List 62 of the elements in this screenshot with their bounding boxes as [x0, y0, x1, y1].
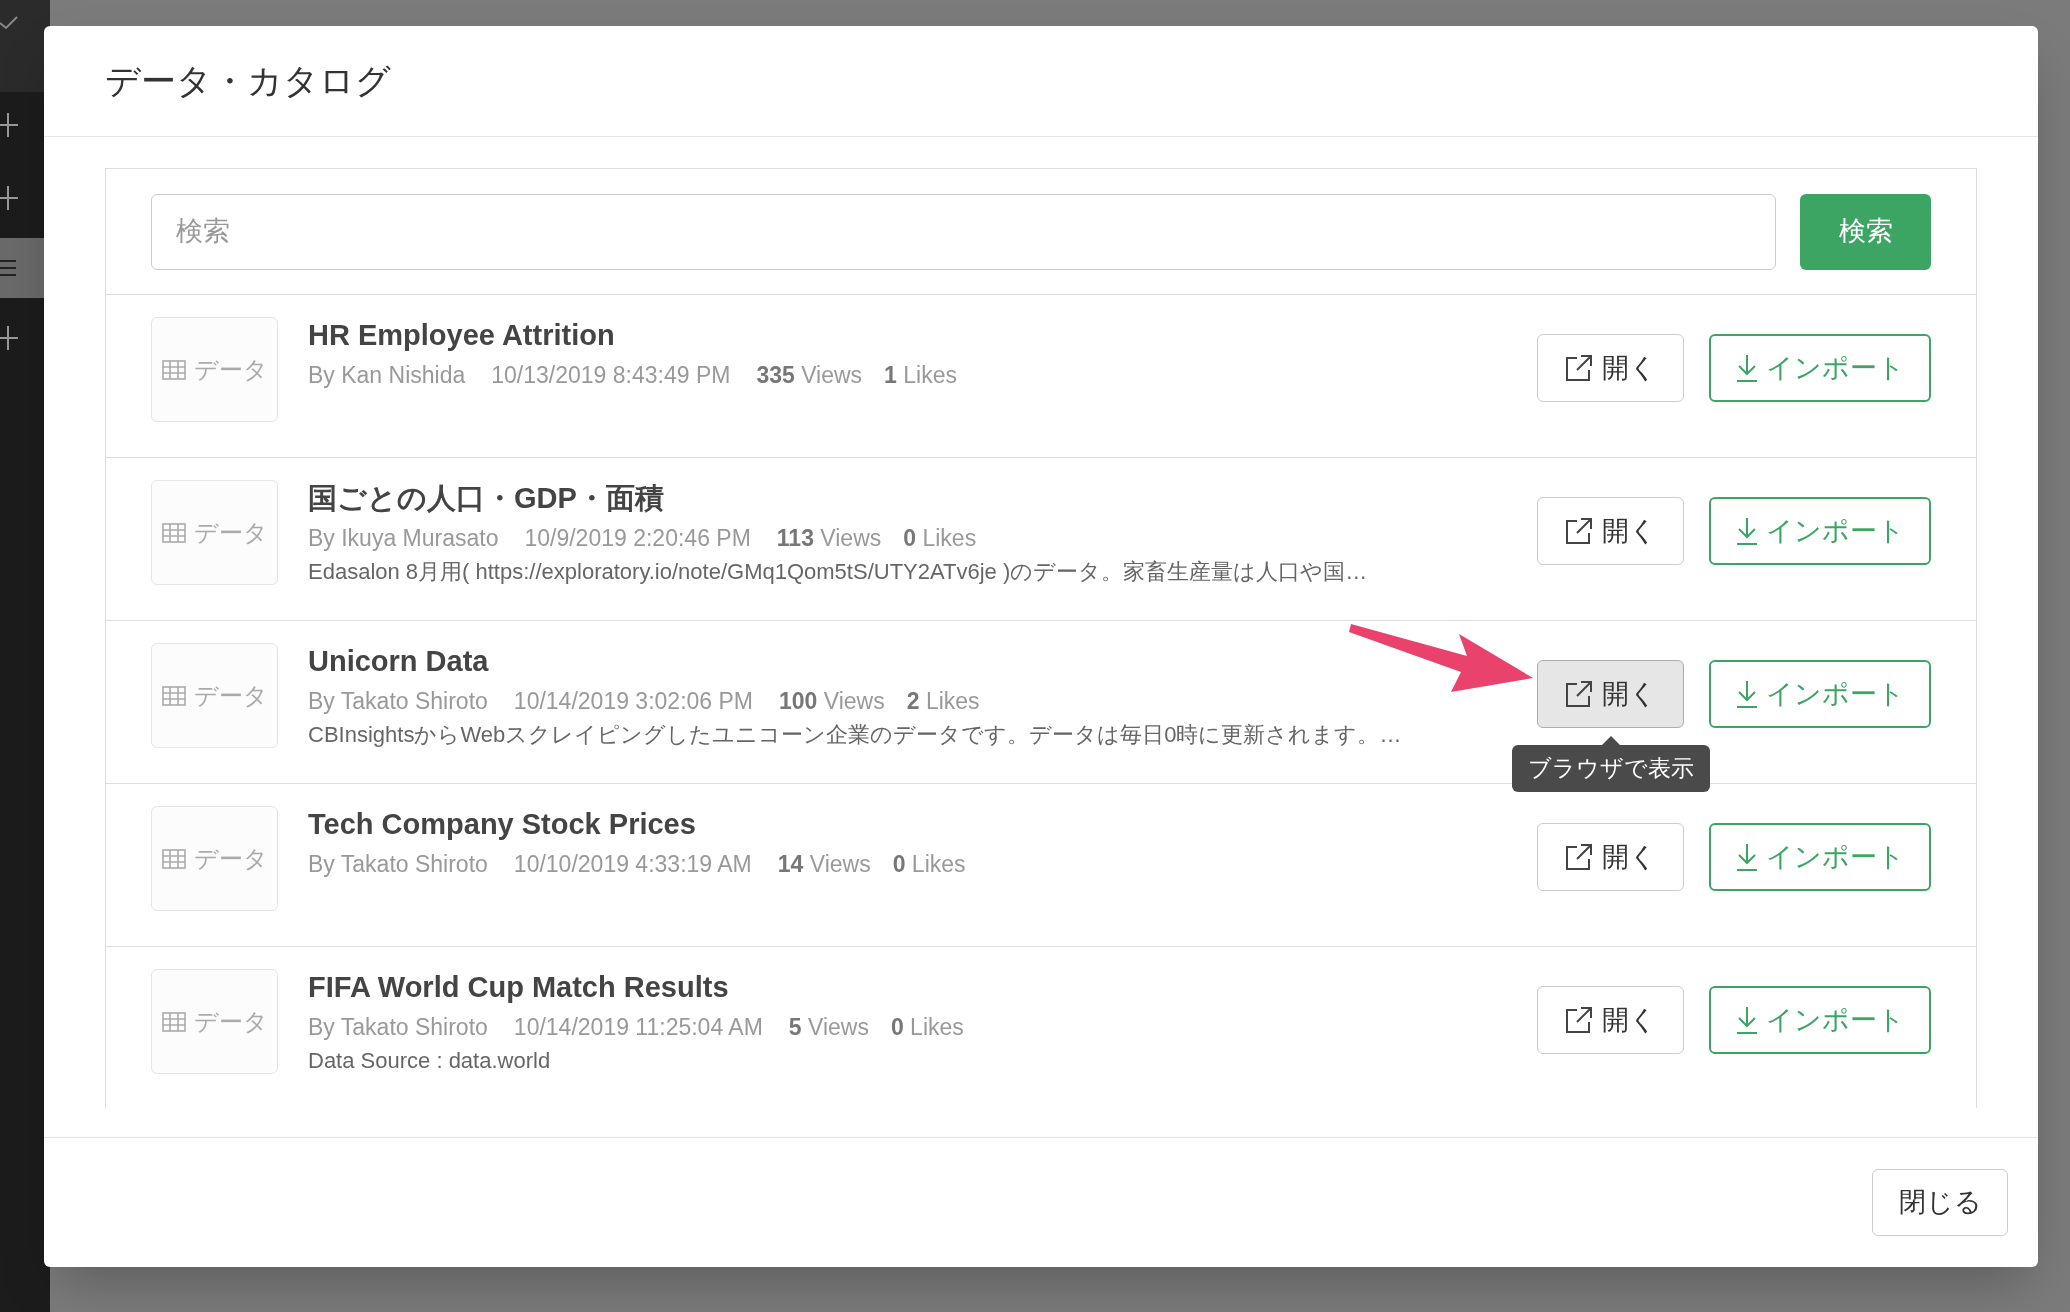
check-icon[interactable] [0, 16, 18, 30]
item-description: Data Source : data.world [308, 1047, 552, 1075]
date-text: 10/9/2019 2:20:46 PM [524, 524, 751, 553]
external-link-icon [1564, 353, 1594, 383]
item-title[interactable]: 国ごとの人口・GDP・面積 [308, 480, 1521, 516]
item-description: CBInsightsからWebスクレイピングしたユニコーン企業のデータです。データは毎日0時に更新されます。… [308, 721, 1403, 749]
open-button[interactable]: 開く [1537, 660, 1684, 728]
download-icon [1735, 843, 1758, 871]
author-text: By Kan Nishida [308, 361, 466, 390]
thumbnail-label: データ [193, 1006, 268, 1037]
date-text: 10/10/2019 4:33:19 AM [513, 850, 752, 879]
external-link-icon [1564, 1005, 1594, 1035]
thumbnail-label: データ [193, 680, 268, 711]
download-icon [1735, 517, 1758, 545]
external-link-icon [1564, 842, 1594, 872]
view-count: 335 Views [756, 361, 863, 390]
like-count: 2 Likes [906, 687, 980, 716]
close-button[interactable]: 閉じる [1872, 1169, 2008, 1236]
item-title[interactable]: HR Employee Attrition [308, 317, 1521, 353]
table-icon [161, 359, 186, 380]
like-count: 0 Likes [890, 1013, 964, 1042]
item-title[interactable]: Tech Company Stock Prices [308, 806, 1521, 842]
table-icon [161, 848, 186, 869]
open-button[interactable]: 開く [1537, 334, 1684, 402]
date-text: 10/14/2019 3:02:06 PM [513, 687, 753, 716]
plus-icon[interactable] [0, 186, 18, 210]
table-icon [161, 1011, 186, 1032]
like-count: 0 Likes [892, 850, 966, 879]
item-title[interactable]: FIFA World Cup Match Results [308, 969, 1521, 1005]
open-button[interactable]: 開く [1537, 986, 1684, 1054]
plus-icon[interactable] [0, 326, 18, 350]
view-count: 5 Views [788, 1013, 869, 1042]
tooltip: ブラウザで表示 [1512, 745, 1710, 792]
thumbnail-label: データ [193, 354, 268, 385]
author-text: By Ikuya Murasato [308, 524, 499, 553]
date-text: 10/13/2019 8:43:49 PM [491, 361, 731, 390]
view-count: 14 Views [777, 850, 871, 879]
plus-icon[interactable] [0, 113, 18, 137]
download-icon [1735, 680, 1758, 708]
date-text: 10/14/2019 11:25:04 AM [513, 1013, 763, 1042]
open-button[interactable]: 開く [1537, 497, 1684, 565]
author-text: By Takato Shiroto [308, 850, 488, 879]
view-count: 100 Views [779, 687, 885, 716]
author-text: By Takato Shiroto [308, 1013, 488, 1042]
search-field[interactable]: 検索 [151, 193, 1776, 270]
view-count: 113 Views [776, 524, 882, 553]
external-link-icon [1564, 679, 1594, 709]
external-link-icon [1564, 516, 1594, 546]
like-count: 1 Likes [884, 361, 957, 390]
open-button[interactable]: 開く [1537, 823, 1684, 891]
author-text: By Takato Shiroto [308, 687, 488, 716]
download-icon [1735, 1006, 1758, 1034]
table-icon [161, 522, 186, 543]
thumbnail-label: データ [193, 843, 268, 874]
list-icon [0, 258, 16, 278]
item-description: Edasalon 8月用( https://exploratory.io/note/GMq1Qom5tS/UTY2ATv6je )のデータ。家畜生産量は人口や国… [308, 558, 1369, 586]
download-icon [1735, 354, 1758, 382]
dialog-title: データ・カタログ [105, 59, 391, 102]
thumbnail-label: データ [193, 517, 268, 548]
item-title[interactable]: Unicorn Data [308, 643, 1521, 679]
like-count: 0 Likes [903, 524, 977, 553]
table-icon [161, 685, 186, 706]
